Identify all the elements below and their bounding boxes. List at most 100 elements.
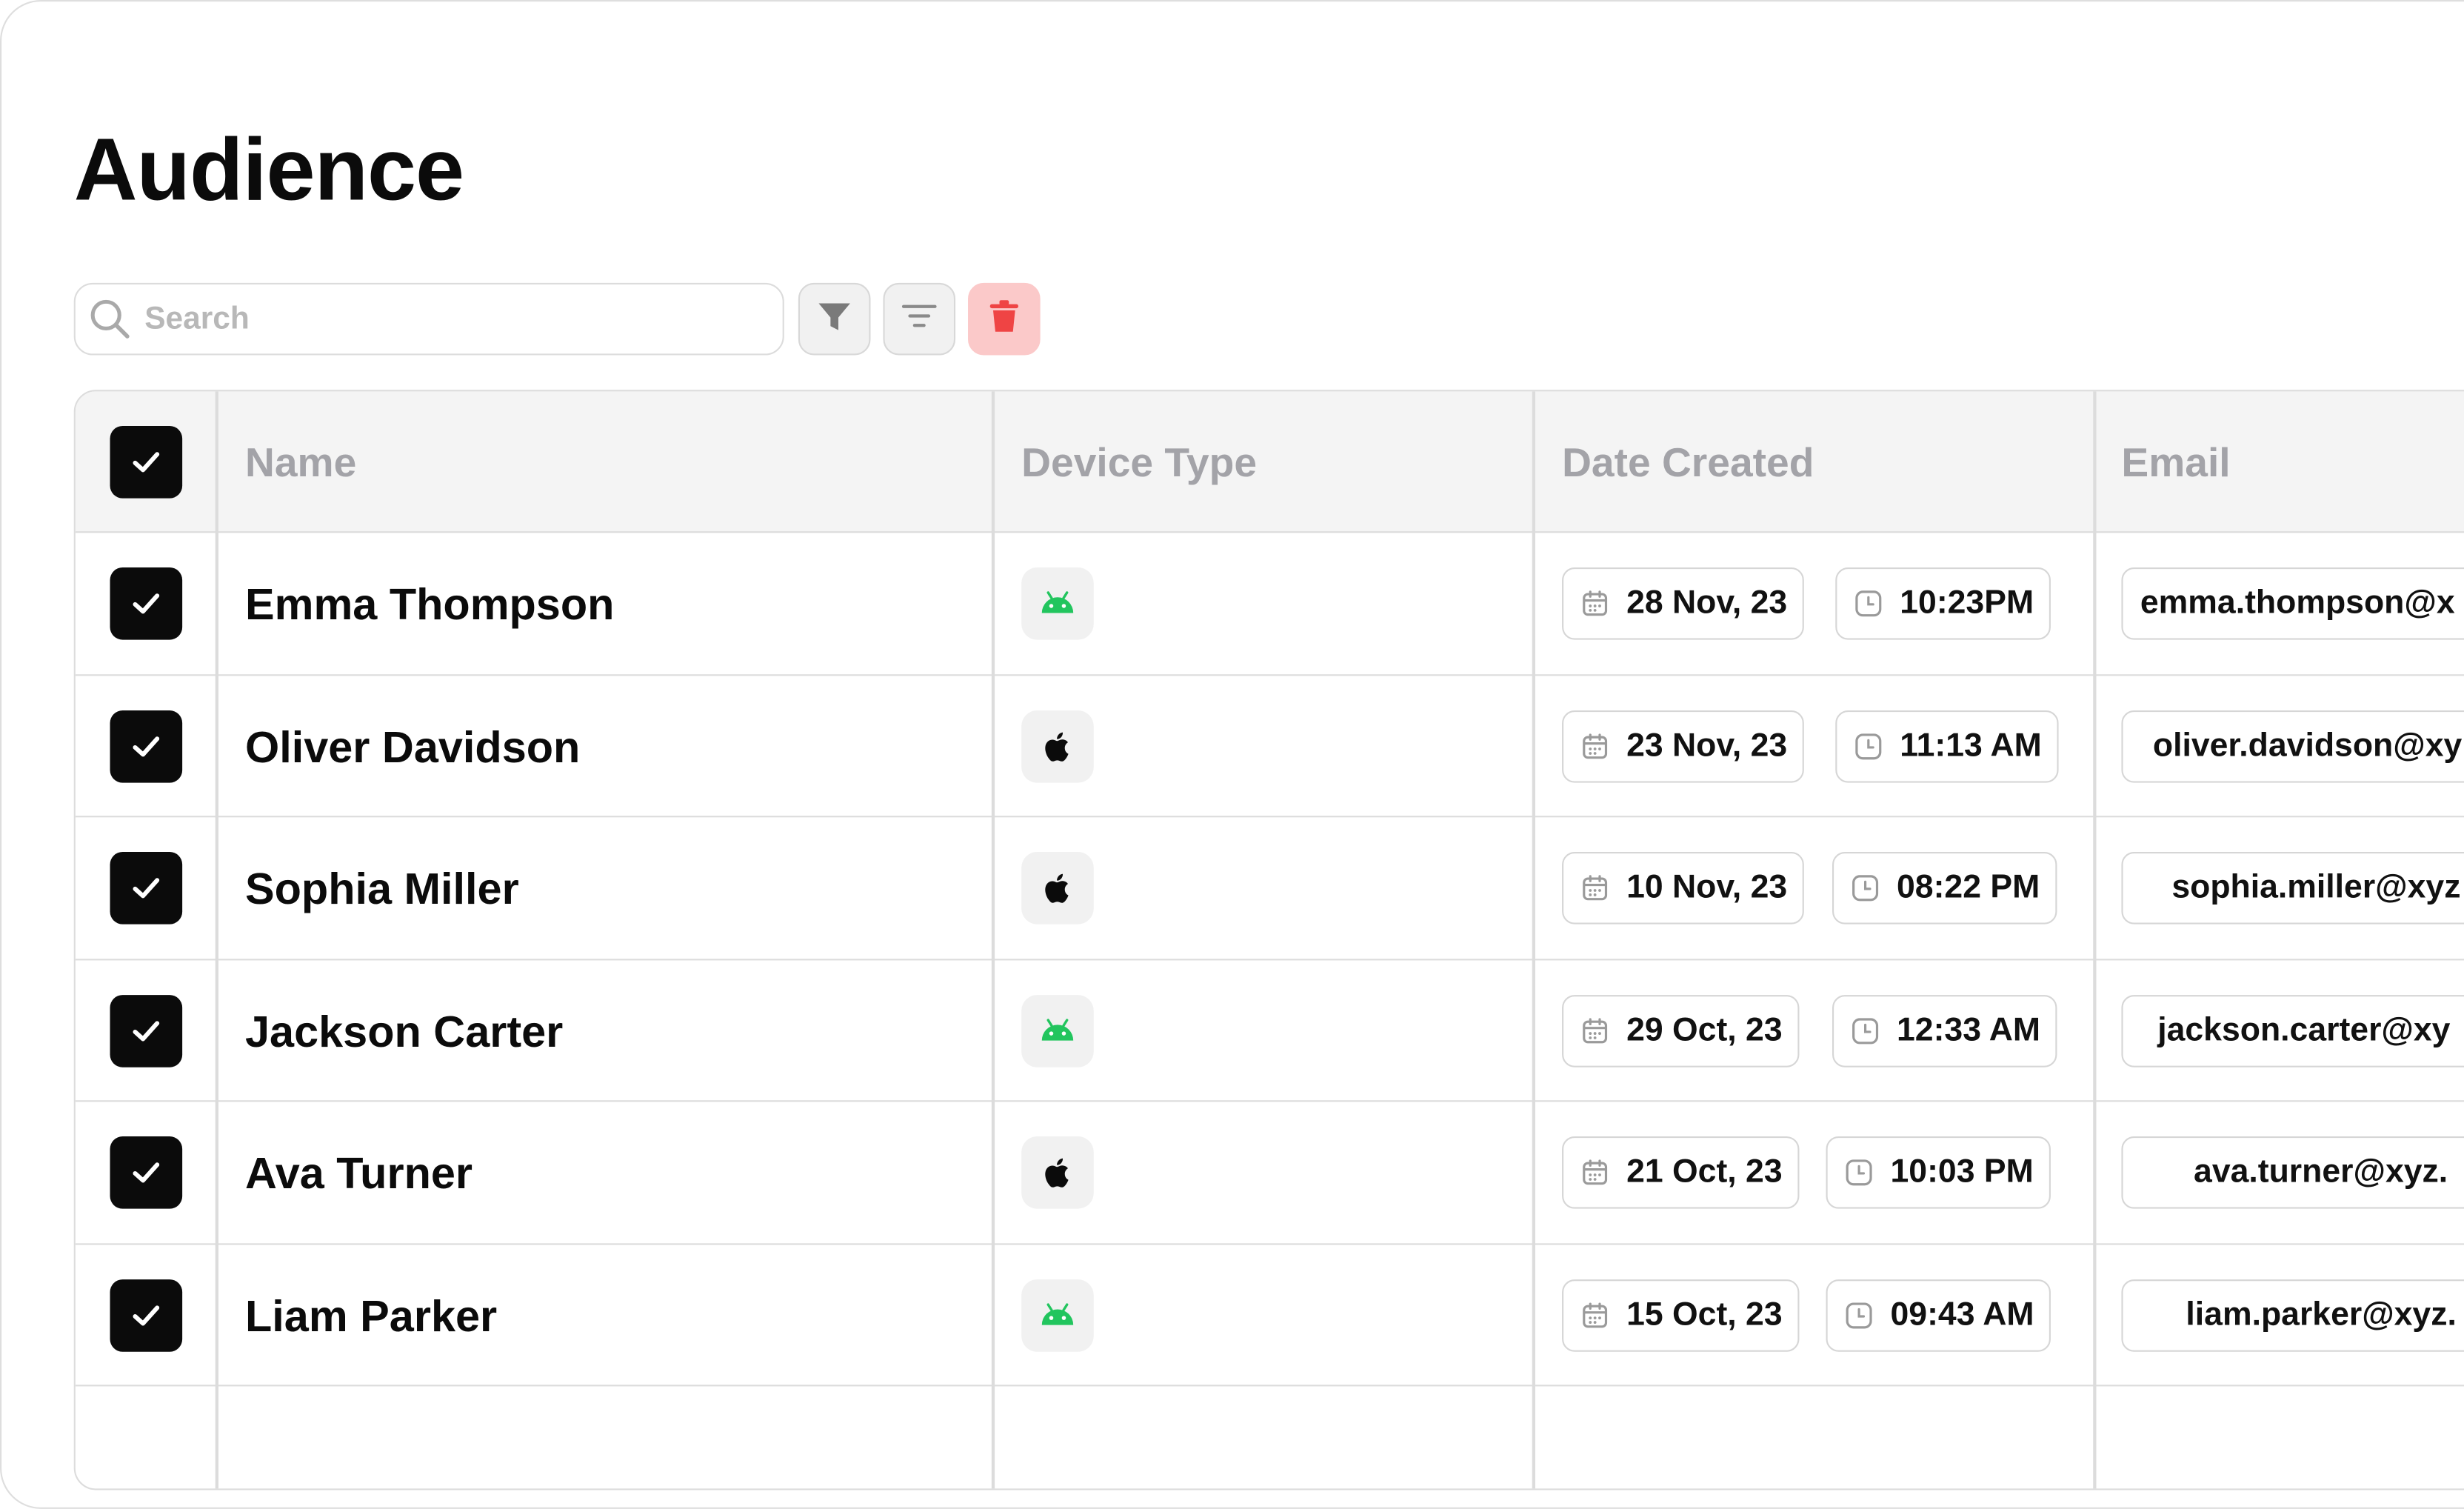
checkmark-icon (133, 878, 160, 899)
calendar-icon (1579, 588, 1610, 619)
table-row[interactable]: Ava Turner 21 Oct, 23 10:03 PM ava.turne… (75, 1102, 2464, 1245)
table-row[interactable]: Sophia Miller 10 Nov, 23 08:22 PM sophia… (75, 817, 2464, 960)
email-chip: jackson.carter@xy (2121, 994, 2464, 1067)
column-header-device-type[interactable]: Device Type (1021, 439, 1257, 487)
clock-icon (1849, 1015, 1880, 1046)
android-icon (1041, 1018, 1074, 1040)
time-chip: 10:23PM (1835, 567, 2051, 640)
audience-table: Name Device Type Date Created Email Emma… (73, 390, 2464, 1490)
search-input[interactable] (144, 301, 742, 338)
sort-lines-icon (899, 295, 940, 344)
app-root: Audience Search Name Device Type Date Cr… (0, 0, 2464, 1509)
select-all-checkbox[interactable] (110, 426, 183, 499)
time-chip: 12:33 AM (1832, 994, 2058, 1067)
row-checkbox[interactable] (110, 1136, 183, 1209)
row-checkbox[interactable] (110, 567, 183, 640)
row-name: Oliver Davidson (245, 722, 581, 771)
android-icon (1041, 1302, 1074, 1325)
device-type-badge (1021, 567, 1094, 640)
row-name: Emma Thompson (245, 579, 615, 629)
row-checkbox[interactable] (110, 852, 183, 925)
android-icon (1041, 591, 1074, 613)
email-chip: ava.turner@xyz. (2121, 1136, 2464, 1209)
clock-icon (1843, 1157, 1874, 1188)
column-divider (215, 391, 218, 1489)
email-chip: emma.thompson@x (2121, 567, 2464, 640)
date-chip: 21 Oct, 23 (1562, 1136, 1800, 1209)
table-row[interactable]: Oliver Davidson 23 Nov, 23 11:13 AM oliv… (75, 675, 2464, 818)
time-text: 10:23PM (1900, 584, 2034, 622)
checkmark-icon (133, 593, 160, 614)
email-chip: liam.parker@xyz. (2121, 1279, 2464, 1351)
row-name: Liam Parker (245, 1291, 498, 1340)
device-type-badge (1021, 1279, 1094, 1351)
filter-icon (814, 295, 855, 344)
table-row[interactable]: Jackson Carter 29 Oct, 23 12:33 AM jacks… (75, 959, 2464, 1102)
device-type-badge (1021, 852, 1094, 925)
clock-icon (1853, 730, 1884, 762)
date-chip: 23 Nov, 23 (1562, 709, 1805, 782)
calendar-icon (1579, 1015, 1610, 1046)
filter-button[interactable] (798, 282, 871, 356)
checkmark-icon (133, 452, 160, 473)
table-header: Name Device Type Date Created Email (75, 391, 2464, 533)
page-title: Audience (73, 119, 464, 219)
row-name: Sophia Miller (245, 864, 519, 913)
date-text: 23 Nov, 23 (1626, 727, 1788, 764)
clock-icon (1843, 1299, 1874, 1330)
time-text: 08:22 PM (1897, 869, 2040, 906)
column-divider (991, 391, 995, 1489)
clock-icon (1849, 873, 1880, 904)
column-divider (1532, 391, 1535, 1489)
calendar-icon (1579, 730, 1610, 762)
time-text: 11:13 AM (1900, 727, 2042, 764)
row-name: Ava Turner (245, 1149, 473, 1198)
time-chip: 08:22 PM (1832, 852, 2057, 925)
table-row[interactable]: Liam Parker 15 Oct, 23 09:43 AM liam.par… (75, 1244, 2464, 1387)
time-text: 10:03 PM (1890, 1153, 2034, 1190)
search-icon (88, 297, 132, 341)
date-chip: 28 Nov, 23 (1562, 567, 1805, 640)
device-type-badge (1021, 709, 1094, 782)
table-row[interactable]: Emma Thompson 28 Nov, 23 10:23PM emma.th… (75, 533, 2464, 676)
row-name: Jackson Carter (245, 1007, 564, 1056)
row-checkbox[interactable] (110, 709, 183, 782)
time-text: 09:43 AM (1890, 1296, 2034, 1333)
date-text: 21 Oct, 23 (1626, 1153, 1783, 1190)
device-type-badge (1021, 1136, 1094, 1209)
calendar-icon (1579, 1299, 1610, 1330)
date-chip: 15 Oct, 23 (1562, 1279, 1800, 1351)
time-chip: 11:13 AM (1835, 709, 2060, 782)
date-chip: 29 Oct, 23 (1562, 994, 1800, 1067)
date-text: 28 Nov, 23 (1626, 584, 1788, 622)
checkmark-icon (133, 1020, 160, 1041)
time-text: 12:33 AM (1897, 1011, 2041, 1048)
apple-icon (1045, 731, 1069, 761)
audience-panel: Audience Search Name Device Type Date Cr… (0, 0, 2464, 1509)
email-chip: sophia.miller@xyz (2121, 852, 2464, 925)
trash-icon (985, 296, 1023, 342)
calendar-icon (1579, 1157, 1610, 1188)
checkmark-icon (133, 1162, 160, 1183)
time-chip: 10:03 PM (1826, 1136, 2051, 1209)
column-header-email[interactable]: Email (2121, 439, 2230, 487)
email-chip: oliver.davidson@xy (2121, 709, 2464, 782)
delete-button[interactable] (968, 282, 1041, 356)
date-text: 15 Oct, 23 (1626, 1296, 1783, 1333)
apple-icon (1045, 1158, 1069, 1187)
column-header-date-created[interactable]: Date Created (1562, 439, 1814, 487)
device-type-badge (1021, 994, 1094, 1067)
row-checkbox[interactable] (110, 994, 183, 1067)
date-chip: 10 Nov, 23 (1562, 852, 1805, 925)
search-box[interactable] (73, 282, 784, 356)
row-checkbox[interactable] (110, 1279, 183, 1351)
checkmark-icon (133, 1305, 160, 1325)
time-chip: 09:43 AM (1826, 1279, 2051, 1351)
date-text: 29 Oct, 23 (1626, 1011, 1783, 1048)
checkmark-icon (133, 736, 160, 756)
column-header-name[interactable]: Name (245, 439, 356, 487)
sort-button[interactable] (883, 282, 956, 356)
calendar-icon (1579, 873, 1610, 904)
clock-icon (1853, 588, 1884, 619)
apple-icon (1045, 873, 1069, 903)
